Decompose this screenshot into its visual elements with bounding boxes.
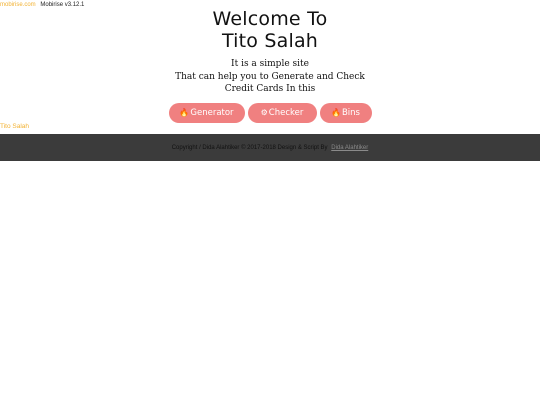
fire-icon: 🔥 [331, 108, 341, 117]
brand-link[interactable]: Tito Salah [0, 122, 29, 132]
site-description: It is a simple site That can help you to… [0, 58, 540, 96]
footer-copyright: Copyright / Dida Alahtiker © 2017-2018 D… [172, 145, 369, 151]
title-line-1: Welcome To [212, 8, 328, 30]
footer: Copyright / Dida Alahtiker © 2017-2018 D… [0, 134, 540, 161]
hero-section: Welcome To Tito Salah It is a simple sit… [0, 8, 540, 123]
copyright-text: Copyright / Dida Alahtiker © 2017-2018 D… [171, 144, 328, 151]
author-link[interactable]: Dida Alahtiker [331, 145, 368, 151]
action-buttons: 🔥 Generator ⚙ Checker 🔥 Bins [0, 102, 540, 123]
description-line-1: It is a simple site [231, 59, 309, 69]
checker-button-label: Checker [268, 107, 304, 118]
description-line-3: Credit Cards In this [224, 84, 316, 94]
checker-button[interactable]: ⚙ Checker [247, 102, 317, 123]
generator-button[interactable]: 🔥 Generator [168, 102, 245, 123]
title-line-2: Tito Salah [221, 30, 319, 52]
bins-button[interactable]: 🔥 Bins [319, 102, 372, 123]
bins-button-label: Bins [341, 107, 360, 118]
page-title: Welcome To Tito Salah [0, 8, 540, 52]
generator-button-label: Generator [190, 107, 234, 118]
gear-icon: ⚙ [260, 108, 268, 117]
fire-icon: 🔥 [179, 108, 190, 117]
description-line-2: That can help you to Generate and Check [175, 71, 365, 82]
